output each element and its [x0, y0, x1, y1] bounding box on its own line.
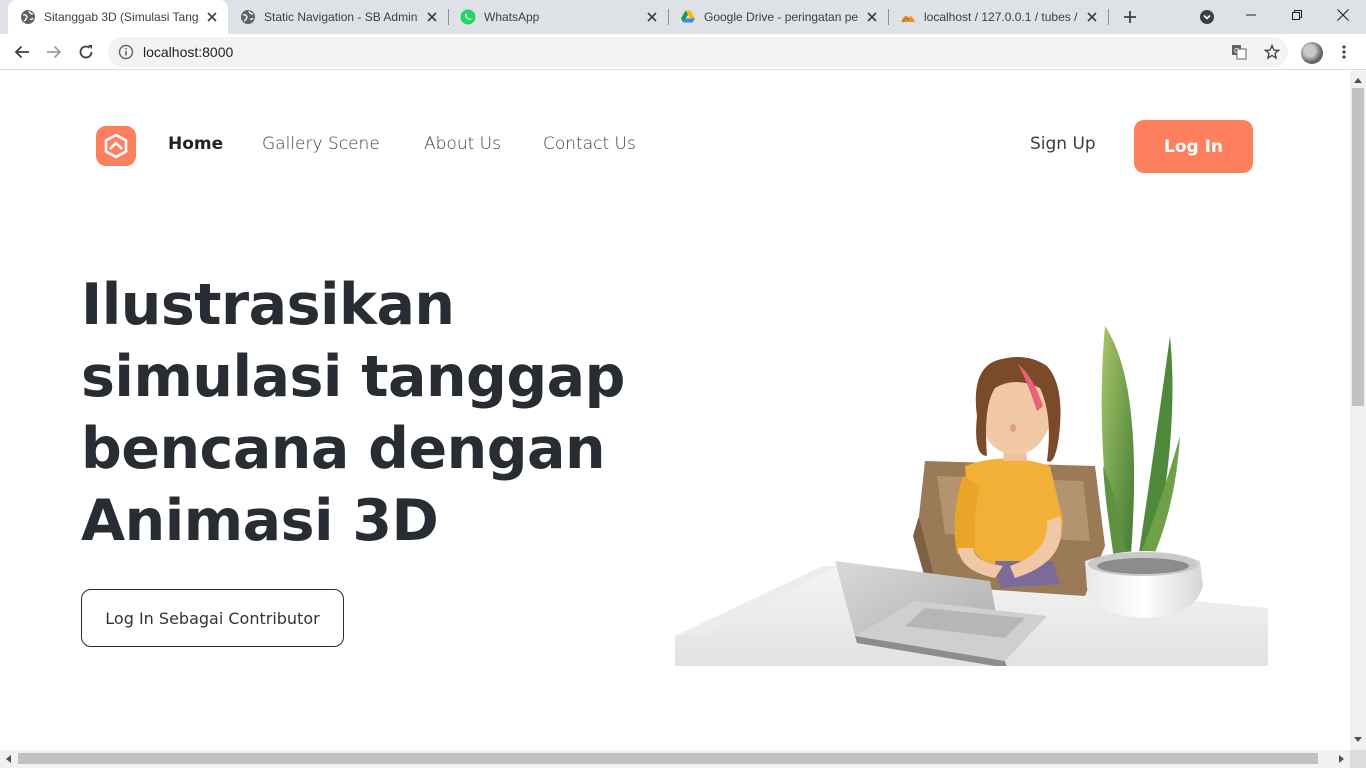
- nav-gallery-scene[interactable]: Gallery Scene: [262, 134, 380, 154]
- hero-title-line: Ilustrasikan: [81, 272, 455, 338]
- svg-text:G: G: [1234, 47, 1239, 55]
- translate-icon[interactable]: G: [1230, 43, 1248, 61]
- close-tab-icon[interactable]: [644, 9, 660, 25]
- globe-icon: [20, 9, 36, 25]
- restore-icon[interactable]: [1274, 0, 1320, 30]
- tab-title: localhost / 127.0.0.1 / tubes /: [924, 10, 1078, 24]
- globe-icon: [240, 9, 256, 25]
- forward-icon[interactable]: [40, 38, 68, 66]
- close-tab-icon[interactable]: [424, 9, 440, 25]
- bookmark-star-icon[interactable]: [1263, 43, 1281, 61]
- scroll-left-arrow-icon[interactable]: [0, 751, 16, 767]
- address-bar[interactable]: localhost:8000 G: [108, 37, 1288, 67]
- browser-tab[interactable]: Static Navigation - SB Admin: [228, 0, 448, 34]
- tab-title: Sitanggab 3D (Simulasi Tangg: [44, 10, 198, 24]
- hero-title-line: simulasi tanggap: [81, 344, 625, 410]
- tab-title: Static Navigation - SB Admin: [264, 10, 418, 24]
- browser-tab[interactable]: localhost / 127.0.0.1 / tubes /: [888, 0, 1108, 34]
- tab-title: Google Drive - peringatan pe: [704, 10, 858, 24]
- scrollbar-corner: [1350, 750, 1366, 768]
- close-tab-icon[interactable]: [204, 9, 220, 25]
- page-viewport: Home Gallery Scene About Us Contact Us S…: [0, 71, 1350, 750]
- logo-icon: [104, 133, 128, 159]
- hero-title: Ilustrasikan simulasi tanggap bencana de…: [81, 269, 681, 557]
- vertical-scroll-thumb[interactable]: [1352, 88, 1364, 406]
- close-tab-icon[interactable]: [864, 9, 880, 25]
- contributor-login-button[interactable]: Log In Sebagai Contributor: [81, 589, 344, 647]
- browser-tab[interactable]: WhatsApp: [448, 0, 668, 34]
- minimize-icon[interactable]: [1228, 0, 1274, 30]
- new-tab-icon[interactable]: [1118, 5, 1142, 29]
- hero-illustration: [675, 326, 1268, 666]
- tab-search-icon[interactable]: [1197, 7, 1217, 27]
- browser-tab[interactable]: Google Drive - peringatan pe: [668, 0, 888, 34]
- scroll-down-arrow-icon[interactable]: [1350, 732, 1366, 748]
- whatsapp-icon: [460, 9, 476, 25]
- hero-title-line: bencana dengan: [81, 416, 606, 482]
- browser-toolbar: localhost:8000 G: [0, 34, 1366, 70]
- nav-contact-us[interactable]: Contact Us: [543, 134, 636, 154]
- log-in-button[interactable]: Log In: [1134, 120, 1253, 173]
- site-logo[interactable]: [96, 126, 136, 166]
- url-text: localhost:8000: [143, 44, 234, 60]
- menu-kebab-icon[interactable]: [1330, 38, 1358, 66]
- google-drive-icon: [680, 9, 696, 25]
- browser-tab-strip: Sitanggab 3D (Simulasi Tangg Static Navi…: [0, 0, 1366, 34]
- profile-avatar[interactable]: [1301, 42, 1323, 64]
- nav-home[interactable]: Home: [168, 134, 223, 154]
- back-icon[interactable]: [8, 38, 36, 66]
- horizontal-scroll-thumb[interactable]: [18, 753, 1318, 764]
- browser-tab-active[interactable]: Sitanggab 3D (Simulasi Tangg: [8, 0, 228, 34]
- reload-icon[interactable]: [72, 38, 100, 66]
- close-tab-icon[interactable]: [1084, 9, 1100, 25]
- phpmyadmin-icon: [900, 9, 916, 25]
- tab-title: WhatsApp: [484, 10, 540, 24]
- site-info-icon[interactable]: [118, 44, 134, 60]
- close-window-icon[interactable]: [1320, 0, 1366, 30]
- hero-title-line: Animasi 3D: [81, 488, 439, 554]
- scroll-up-arrow-icon[interactable]: [1350, 72, 1366, 88]
- sign-up-link[interactable]: Sign Up: [1030, 134, 1096, 154]
- tab-separator: [1108, 9, 1109, 25]
- scroll-right-arrow-icon[interactable]: [1334, 751, 1350, 767]
- nav-about-us[interactable]: About Us: [424, 134, 501, 154]
